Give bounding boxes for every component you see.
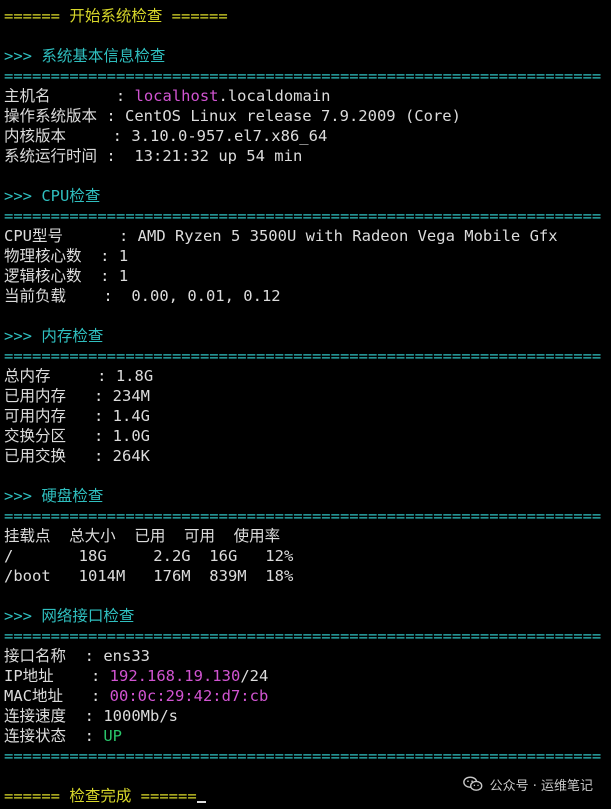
os-version-line: 操作系统版本 : CentOS Linux release 7.9.2009 (…	[4, 107, 461, 125]
section-title-disk: >>> 硬盘检查	[4, 487, 104, 505]
cpu-logical-line: 逻辑核心数 : 1	[4, 267, 129, 285]
wechat-icon	[462, 776, 482, 791]
separator: ========================================…	[4, 207, 602, 225]
disk-row-root: / 18G 2.2G 16G 12%	[4, 547, 294, 565]
disk-table-header: 挂载点 总大小 已用 可用 使用率	[4, 527, 281, 545]
hostname-highlight: localhost	[134, 87, 219, 105]
swap-total-line: 交换分区 : 1.0G	[4, 427, 150, 445]
section-title-network: >>> 网络接口检查	[4, 607, 135, 625]
ip-address-line: IP地址 : 192.168.19.130/24	[4, 666, 611, 686]
hostname-line: 主机名 : localhost.localdomain	[4, 86, 611, 106]
link-state-line: 连接状态 : UP	[4, 726, 611, 746]
link-speed-line: 连接速度 : 1000Mb/s	[4, 707, 178, 725]
swap-used-line: 已用交换 : 264K	[4, 447, 150, 465]
separator: ========================================…	[4, 67, 602, 85]
mem-used-line: 已用内存 : 234M	[4, 387, 150, 405]
mem-avail-line: 可用内存 : 1.4G	[4, 407, 150, 425]
mac-address-line: MAC地址 : 00:0c:29:42:d7:cb	[4, 686, 611, 706]
section-title-memory: >>> 内存检查	[4, 327, 104, 345]
header-banner: ====== 开始系统检查 ======	[4, 7, 228, 25]
terminal-output[interactable]: ====== 开始系统检查 ====== >>> 系统基本信息检查 ======…	[4, 6, 611, 806]
hostname-domain: .localdomain	[218, 87, 331, 105]
cpu-load-line: 当前负载 : 0.00, 0.01, 0.12	[4, 287, 281, 305]
separator: ========================================…	[4, 627, 602, 645]
terminal-cursor	[196, 801, 206, 803]
disk-row-boot: /boot 1014M 176M 839M 18%	[4, 567, 294, 585]
separator: ========================================…	[4, 347, 602, 365]
mac-label: MAC地址 :	[4, 687, 110, 705]
cpu-physical-line: 物理核心数 : 1	[4, 247, 129, 265]
state-label: 连接状态 :	[4, 727, 104, 745]
footer-text: ====== 检查完成 ======	[4, 787, 197, 805]
hostname-label: 主机名 :	[4, 87, 135, 105]
section-title-basic: >>> 系统基本信息检查	[4, 47, 166, 65]
ip-prefix: /24	[240, 667, 269, 685]
mac-highlight: 00:0c:29:42:d7:cb	[109, 687, 269, 705]
cpu-model-line: CPU型号 : AMD Ryzen 5 3500U with Radeon Ve…	[4, 227, 558, 245]
ip-highlight: 192.168.19.130	[109, 667, 241, 685]
iface-name-line: 接口名称 : ens33	[4, 647, 150, 665]
separator: ========================================…	[4, 747, 602, 765]
section-title-cpu: >>> CPU检查	[4, 187, 101, 205]
mem-total-line: 总内存 : 1.8G	[4, 367, 154, 385]
watermark: 公众号 · 运维笔记	[462, 773, 593, 795]
separator: ========================================…	[4, 507, 602, 525]
state-up-highlight: UP	[103, 727, 122, 745]
kernel-version-line: 内核版本 : 3.10.0-957.el7.x86_64	[4, 127, 328, 145]
uptime-line: 系统运行时间 : 13:21:32 up 54 min	[4, 147, 303, 165]
watermark-text: 公众号 · 运维笔记	[489, 778, 593, 794]
ip-label: IP地址 :	[4, 667, 110, 685]
